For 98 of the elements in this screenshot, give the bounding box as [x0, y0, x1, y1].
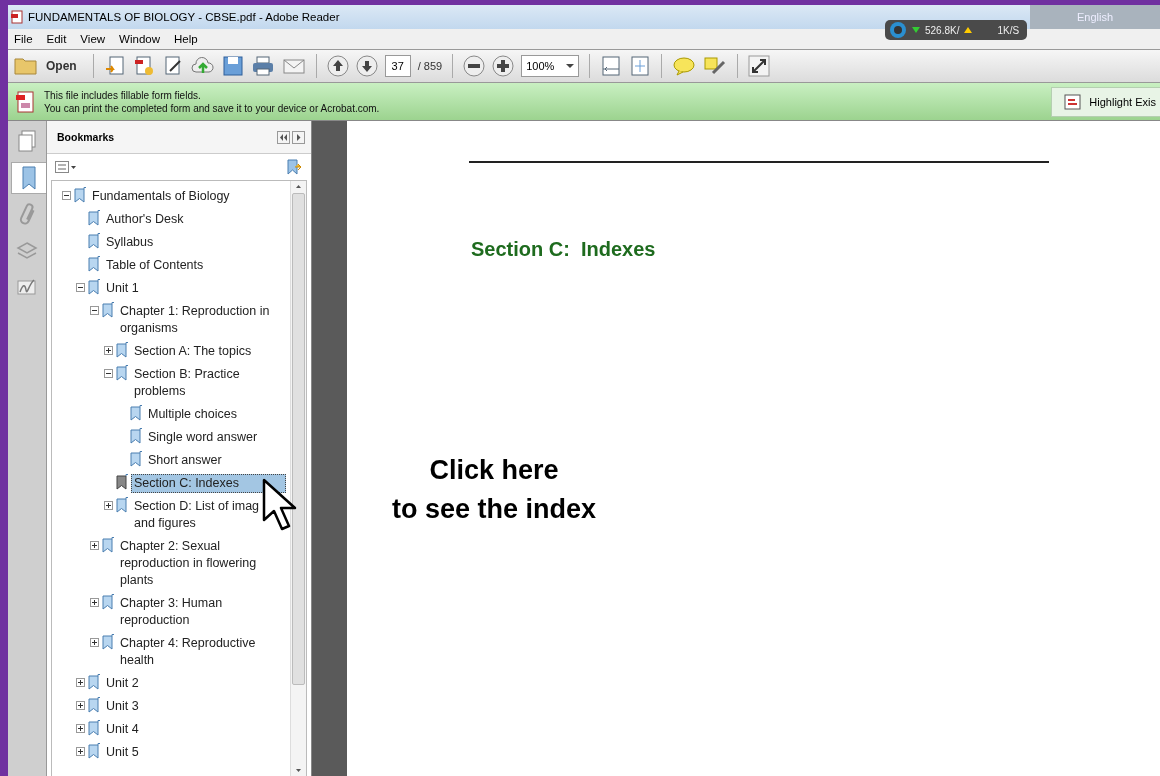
next-page-icon[interactable]	[355, 55, 378, 77]
bookmark-icon	[88, 674, 101, 690]
expand-toggle-icon[interactable]	[76, 283, 85, 292]
open-button[interactable]: Open	[12, 54, 83, 78]
upload-speed: 1K/S	[997, 24, 1020, 36]
fit-width-icon[interactable]	[600, 55, 623, 77]
notice-text: This file includes fillable form fields.	[44, 88, 202, 102]
bookmark-item[interactable]: Section A: The topics	[131, 342, 286, 361]
bookmark-icon	[88, 210, 101, 226]
download-speed: 526.8K/	[925, 24, 960, 36]
upload-arrow-icon	[964, 26, 973, 34]
expand-toggle-icon[interactable]	[62, 191, 71, 200]
signature-icon	[16, 276, 38, 298]
download-arrow-icon	[912, 26, 920, 34]
expand-toggle-icon[interactable]	[76, 747, 85, 756]
bookmark-icon	[88, 233, 101, 249]
bookmark-icon	[116, 365, 129, 381]
panel-title: Bookmarks	[57, 131, 115, 143]
bookmark-item[interactable]: Section C: Indexes	[131, 474, 286, 493]
bookmark-item[interactable]: Table of Contents	[103, 256, 286, 275]
expand-panel-icon[interactable]	[292, 130, 305, 144]
menu-item[interactable]: Edit	[46, 33, 67, 45]
sidebar-tab[interactable]	[10, 162, 46, 194]
bookmark-item[interactable]: Short answer	[145, 451, 286, 470]
annotation-text: Click here	[429, 454, 559, 487]
bookmark-icon	[130, 451, 143, 467]
bookmark-icon	[88, 279, 101, 295]
fit-page-icon[interactable]	[629, 55, 652, 77]
bookmark-item[interactable]: Unit 2	[103, 674, 286, 693]
bookmark-icon	[130, 428, 143, 444]
bookmark-item[interactable]: Fundamentals of Biology	[89, 187, 286, 206]
bookmark-icon	[102, 302, 115, 318]
bookmark-icon	[102, 594, 115, 610]
expand-toggle-icon[interactable]	[90, 638, 99, 647]
bookmark-icon	[102, 537, 115, 553]
expand-toggle-icon[interactable]	[104, 501, 113, 510]
folder-icon	[14, 56, 38, 76]
bookmark-item[interactable]: Multiple choices	[145, 405, 286, 424]
collapse-panel-icon[interactable]	[277, 130, 290, 144]
bookmark-item[interactable]: Unit 4	[103, 720, 286, 739]
bookmark-icon	[88, 256, 101, 272]
bookmark-item[interactable]: Unit 5	[103, 743, 286, 762]
expand-toggle-icon[interactable]	[90, 598, 99, 607]
form-icon	[14, 89, 36, 114]
bookmark-item[interactable]: Section B: Practice problems	[131, 365, 286, 401]
bookmark-icon	[88, 743, 101, 759]
scrollbar[interactable]	[290, 181, 306, 776]
highlight-fields-button[interactable]: Highlight Exis	[1051, 86, 1160, 117]
menu-item[interactable]: Window	[119, 33, 160, 45]
zoom-out-icon[interactable]	[463, 55, 486, 77]
expand-toggle-icon[interactable]	[90, 306, 99, 315]
bookmark-icon	[88, 697, 101, 713]
options-icon[interactable]	[55, 161, 77, 173]
pdf-icon	[10, 10, 24, 24]
speed-logo-icon	[889, 21, 907, 39]
print-icon[interactable]	[250, 55, 275, 77]
caret-icon	[566, 64, 575, 68]
menu-item[interactable]: View	[80, 33, 106, 45]
zoom-in-icon[interactable]	[492, 55, 515, 77]
bookmark-item[interactable]: Chapter 3: Human reproduction	[117, 594, 286, 630]
annotation-text: to see the index	[391, 493, 597, 526]
expand-toggle-icon[interactable]	[90, 541, 99, 550]
bookmark-item[interactable]: Unit 3	[103, 697, 286, 716]
bookmark-item[interactable]: Single word answer	[145, 428, 286, 447]
pages-icon	[16, 129, 38, 153]
bookmark-icon	[116, 342, 129, 358]
bookmark-icon	[116, 497, 129, 513]
bookmark-icon	[74, 187, 87, 203]
bookmark-item[interactable]: Author's Desk	[103, 210, 286, 229]
section-heading: Section C: Indexes	[471, 238, 657, 261]
menu-item[interactable]: File	[14, 33, 33, 45]
expand-toggle-icon[interactable]	[104, 369, 113, 378]
go-to-bookmark-icon[interactable]	[286, 159, 302, 175]
bookmark-item[interactable]: Syllabus	[103, 233, 286, 252]
expand-toggle-icon[interactable]	[76, 701, 85, 710]
bookmark-item[interactable]: Chapter 2: Sexual reproduction in flowering plants	[117, 537, 286, 590]
window-title: FUNDAMENTALS OF BIOLOGY - CBSE.pdf - Adobe Reader	[28, 11, 340, 23]
expand-toggle-icon[interactable]	[76, 678, 85, 687]
menu-item[interactable]: Help	[174, 33, 198, 45]
bookmark-item[interactable]: Unit 1	[103, 279, 286, 298]
notice-text: You can print the completed form and save it to your device or Acrobat.com.	[44, 101, 380, 115]
page-number-field[interactable]: 37	[384, 55, 411, 77]
bookmark-item[interactable]: Chapter 4: Reproductive health	[117, 634, 286, 670]
full-screen-icon[interactable]	[748, 55, 771, 77]
scroll-thumb[interactable]	[292, 193, 305, 685]
bookmark-icon	[130, 405, 143, 421]
bookmark-icon	[102, 634, 115, 650]
page-count: / 859	[417, 60, 443, 72]
document-arrow-icon[interactable]	[103, 55, 126, 77]
save-icon[interactable]	[221, 55, 244, 77]
expand-toggle-icon[interactable]	[104, 346, 113, 355]
text-edit-icon[interactable]	[703, 55, 728, 77]
bookmark-icon	[116, 474, 129, 490]
bookmark-icon	[88, 720, 101, 736]
zoom-dropdown[interactable]: 100%	[521, 55, 580, 77]
expand-toggle-icon[interactable]	[76, 724, 85, 733]
bookmark-item[interactable]: Chapter 1: Reproduction in organisms	[117, 302, 286, 338]
previous-page-icon[interactable]	[326, 55, 349, 77]
